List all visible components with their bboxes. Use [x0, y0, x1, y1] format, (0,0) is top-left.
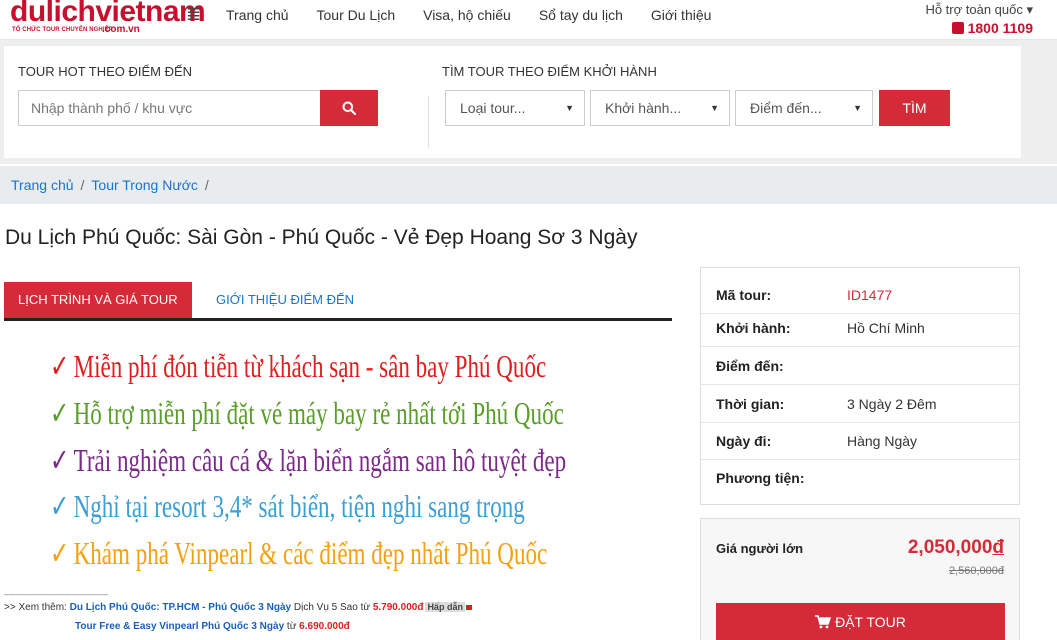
see-more-text: từ [284, 621, 300, 632]
currency-symbol: đ [992, 537, 1004, 558]
promo-text: Nghỉ tại resort 3,4* sát biển, tiện nghi… [73, 488, 525, 524]
info-row-destination: Điểm đến: [701, 347, 1019, 385]
info-row-transport: Phương tiện: [701, 459, 1019, 497]
book-tour-label: ĐẶT TOUR [835, 614, 906, 630]
info-row-schedule: Ngày đi: Hàng Ngày [701, 422, 1019, 460]
departure-value: Khởi hành... [605, 100, 682, 116]
hotline-number: 1800 1109 [967, 20, 1033, 36]
search-button[interactable] [320, 90, 378, 126]
info-label: Khởi hành: [716, 320, 791, 336]
promo-line: ✓ Miễn phí đón tiễn từ khách sạn - sân ba… [50, 346, 546, 386]
promo-text: Hỗ trợ miễn phí đặt vé máy bay rẻ nhất t… [73, 395, 564, 431]
destination-search-input[interactable] [18, 90, 321, 126]
caret-down-icon: ▼ [853, 103, 862, 113]
current-price: 2,050,000đ [908, 537, 1004, 559]
tour-type-value: Loại tour... [460, 100, 526, 116]
check-icon: ✓ [50, 442, 70, 478]
content-tabs: LỊCH TRÌNH VÀ GIÁ TOUR GIỚI THIỆU ĐIỂM Đ… [4, 282, 672, 321]
old-price: 2,560,000đ [948, 565, 1004, 577]
hotline[interactable]: 1800 1109 [925, 20, 1033, 36]
caret-down-icon: ▼ [565, 103, 574, 113]
see-more-link[interactable]: Tour Free & Easy Vinpearl Phú Quốc 3 Ngà… [75, 621, 284, 632]
promo-text: Miễn phí đón tiễn từ khách sạn - sân bay… [73, 348, 547, 384]
hot-icon [465, 605, 472, 610]
nav-home[interactable]: Trang chủ [226, 7, 289, 23]
check-icon: ✓ [50, 488, 70, 524]
nav-about[interactable]: Giới thiệu [651, 7, 712, 23]
info-value: 3 Ngày 2 Đêm [847, 396, 937, 412]
site-logo[interactable]: dulichvietnam TỔ CHỨC TOUR CHUYÊN NGHIỆP… [10, 0, 206, 38]
page-title: Du Lịch Phú Quốc: Sài Gòn - Phú Quốc - V… [5, 226, 638, 249]
phone-icon [951, 22, 964, 34]
info-value: Hồ Chí Minh [847, 320, 925, 336]
support-dropdown[interactable]: Hỗ trợ toàn quốc ▾ [925, 2, 1033, 18]
promo-text: Trải nghiệm câu cá & lặn biển ngắm san h… [73, 442, 567, 478]
tour-type-select[interactable]: Loại tour... ▼ [445, 90, 585, 126]
cart-icon [815, 615, 832, 629]
search-section: TOUR HOT THEO ĐIỂM ĐẾN TÌM TOUR THEO ĐIỂ… [0, 40, 1057, 164]
info-row-duration: Thời gian: 3 Ngày 2 Đêm [701, 385, 1019, 423]
top-header: dulichvietnam TỔ CHỨC TOUR CHUYÊN NGHIỆP… [0, 0, 1057, 40]
breadcrumb: Trang chủ / Tour Trong Nước / [0, 166, 1057, 204]
tour-code: ID1477 [847, 287, 893, 303]
breadcrumb-separator: / [80, 177, 85, 193]
nav-tours[interactable]: Tour Du Lịch [317, 7, 396, 23]
info-label: Phương tiện: [716, 470, 805, 486]
see-more-text: Dịch Vụ 5 Sao từ [291, 602, 373, 613]
info-label: Ngày đi: [716, 433, 772, 449]
promo-line: ✓ Trải nghiệm câu cá & lặn biển ngắm san … [50, 440, 566, 480]
adult-price-label: Giá người lớn [716, 541, 804, 556]
info-label: Thời gian: [716, 396, 785, 412]
support-box: Hỗ trợ toàn quốc ▾ 1800 1109 [925, 2, 1033, 36]
find-button[interactable]: TÌM [879, 90, 950, 126]
check-icon: ✓ [50, 395, 70, 431]
menu-icon[interactable]: ≣ [186, 4, 201, 25]
breadcrumb-home[interactable]: Trang chủ [11, 177, 74, 193]
tab-destination-intro[interactable]: GIỚI THIỆU ĐIỂM ĐẾN [202, 282, 368, 318]
info-label: Mã tour: [716, 287, 772, 303]
find-tour-title: TÌM TOUR THEO ĐIỂM KHỞI HÀNH [442, 64, 657, 79]
nav-travel-guide[interactable]: Sổ tay du lịch [539, 7, 623, 23]
search-icon [342, 101, 356, 115]
hot-badge: Hấp dẫn [425, 602, 465, 612]
current-price-amount: 2,050,000 [907, 537, 993, 558]
info-label: Điểm đến: [716, 358, 784, 374]
dashed-divider: ----------------------------------------… [4, 590, 108, 599]
see-more-price: 5.790.000đ [372, 602, 424, 613]
logo-domain: .com.vn [102, 24, 140, 35]
tab-itinerary-price[interactable]: LỊCH TRÌNH VÀ GIÁ TOUR [4, 282, 192, 318]
check-icon: ✓ [50, 535, 70, 571]
see-more-price: 6.690.000đ [299, 621, 350, 632]
info-value: Hàng Ngày [847, 433, 918, 449]
nav-visa[interactable]: Visa, hộ chiếu [423, 7, 511, 23]
see-more-line: Tour Free & Easy Vinpearl Phú Quốc 3 Ngà… [75, 621, 350, 632]
main-nav: Trang chủ Tour Du Lịch Visa, hộ chiếu Sổ… [226, 7, 739, 23]
tour-info-card: Mã tour: ID1477 Khởi hành: Hồ Chí Minh Đ… [700, 267, 1020, 505]
promo-line: ✓ Hỗ trợ miễn phí đặt vé máy bay rẻ nhất … [50, 393, 564, 433]
hot-tour-title: TOUR HOT THEO ĐIỂM ĐẾN [18, 64, 193, 79]
section-divider [428, 96, 429, 148]
book-tour-button[interactable]: ĐẶT TOUR [716, 603, 1005, 640]
see-more-link[interactable]: Du Lịch Phú Quốc: TP.HCM - Phú Quốc 3 Ng… [70, 602, 292, 613]
see-more-prefix: >> Xem thêm: [4, 602, 70, 613]
info-row-departure: Khởi hành: Hồ Chí Minh [701, 309, 1019, 347]
check-icon: ✓ [50, 348, 70, 384]
destination-select[interactable]: Điểm đến... ▼ [735, 90, 873, 126]
promo-line: ✓ Khám phá Vinpearl & các điểm đẹp nhất P… [50, 533, 547, 573]
search-card: TOUR HOT THEO ĐIỂM ĐẾN TÌM TOUR THEO ĐIỂ… [4, 46, 1021, 158]
promo-text: Khám phá Vinpearl & các điểm đẹp nhất Ph… [73, 535, 548, 571]
see-more-line: >> Xem thêm: Du Lịch Phú Quốc: TP.HCM - … [4, 602, 472, 613]
breadcrumb-domestic-tours[interactable]: Tour Trong Nước [91, 177, 197, 193]
departure-select[interactable]: Khởi hành... ▼ [590, 90, 730, 126]
caret-down-icon: ▼ [710, 103, 719, 113]
logo-tagline: TỔ CHỨC TOUR CHUYÊN NGHIỆP [12, 27, 113, 33]
breadcrumb-separator: / [204, 177, 209, 193]
destination-value: Điểm đến... [750, 100, 822, 116]
promo-line: ✓ Nghỉ tại resort 3,4* sát biển, tiện ngh… [50, 486, 525, 526]
price-card: Giá người lớn 2,050,000đ 2,560,000đ ĐẶT … [700, 518, 1020, 640]
